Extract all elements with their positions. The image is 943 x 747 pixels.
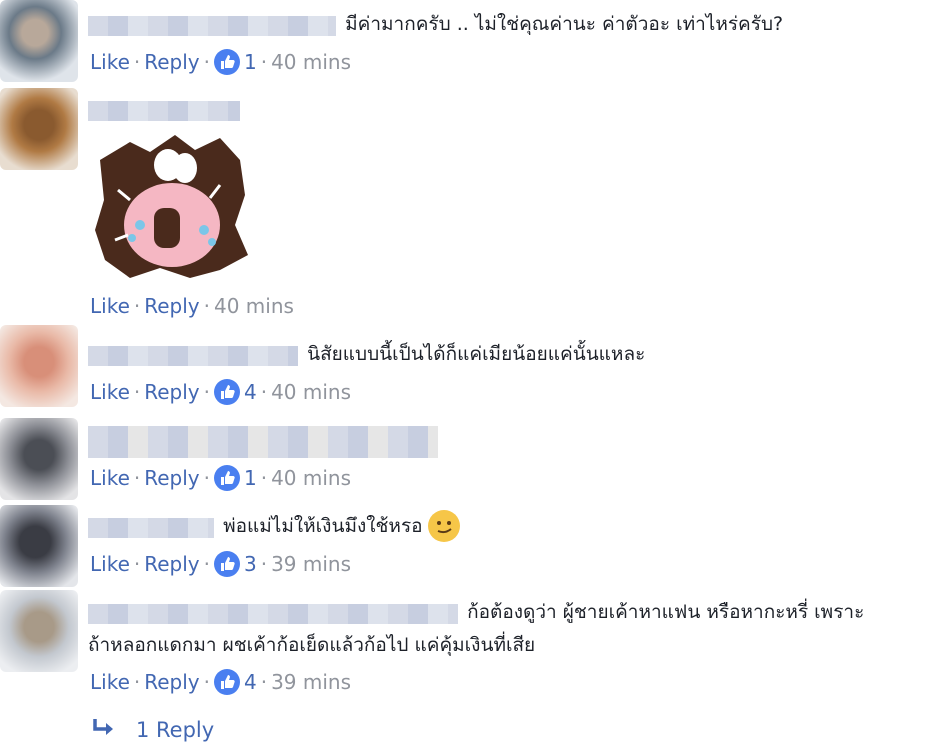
view-replies-link[interactable]: 1 Reply: [92, 714, 214, 746]
reaction-count[interactable]: 4: [244, 670, 257, 694]
commenter-name-redacted[interactable]: [88, 603, 458, 624]
like-link[interactable]: Like: [90, 552, 130, 576]
reply-link[interactable]: Reply: [144, 552, 199, 576]
avatar[interactable]: [0, 505, 78, 587]
commenter-name-redacted[interactable]: [88, 517, 214, 538]
reply-link[interactable]: Reply: [144, 670, 199, 694]
reply-arrow-icon: [92, 714, 122, 746]
comment: [88, 100, 943, 121]
timestamp[interactable]: 40 mins: [271, 50, 351, 74]
comment: มีค่ามากครับ .. ไม่ใช่คุณค่านะ ค่าตัวอะ …: [88, 8, 943, 41]
reaction-count[interactable]: 1: [244, 466, 257, 490]
like-link[interactable]: Like: [90, 380, 130, 404]
timestamp[interactable]: 40 mins: [271, 466, 351, 490]
like-link[interactable]: Like: [90, 670, 130, 694]
comment: พ่อแม่ไม่ให้เงินมึงใช้หรอ: [88, 509, 943, 544]
avatar[interactable]: [0, 0, 78, 82]
reply-link[interactable]: Reply: [144, 466, 199, 490]
thumbs-up-icon[interactable]: [213, 378, 240, 405]
comment: ก้อต้องดูว่า ผู้ชายเค้าหาแฟน หรือหากะหรี…: [88, 596, 943, 662]
avatar[interactable]: [0, 418, 78, 500]
commenter-name-redacted[interactable]: [88, 15, 336, 36]
commenter-name-redacted[interactable]: [88, 426, 438, 458]
avatar[interactable]: [0, 325, 78, 407]
timestamp[interactable]: 39 mins: [271, 670, 351, 694]
avatar[interactable]: [0, 88, 78, 170]
comment-actions: Like · Reply · 4 · 40 mins: [90, 378, 352, 405]
reply-link[interactable]: Reply: [144, 294, 199, 318]
avatar[interactable]: [0, 590, 78, 672]
comment-text-line2: ถ้าหลอกแดกมา ผชเค้าก้อเย็ดแล้วก้อไป แค่ค…: [88, 634, 536, 656]
comment: นิสัยแบบนี้เป็นได้ก็แค่เมียน้อยแค่นั้นแห…: [88, 338, 943, 371]
commenter-name-redacted[interactable]: [88, 345, 298, 366]
like-link[interactable]: Like: [90, 294, 130, 318]
like-link[interactable]: Like: [90, 50, 130, 74]
reply-link[interactable]: Reply: [144, 380, 199, 404]
comment-text: นิสัยแบบนี้เป็นได้ก็แค่เมียน้อยแค่นั้นแห…: [307, 343, 646, 365]
comment-actions: Like · Reply · 1 · 40 mins: [90, 48, 352, 75]
thumbs-up-icon[interactable]: [213, 464, 240, 491]
thumbs-up-icon[interactable]: [213, 550, 240, 577]
timestamp[interactable]: 39 mins: [271, 552, 351, 576]
replies-count-label[interactable]: 1 Reply: [136, 718, 214, 742]
comment-text: มีค่ามากครับ .. ไม่ใช่คุณค่านะ ค่าตัวอะ …: [345, 13, 784, 35]
comment-text-line1: ก้อต้องดูว่า ผู้ชายเค้าหาแฟน หรือหากะหรี…: [467, 601, 865, 623]
commenter-name-redacted[interactable]: [88, 100, 240, 121]
smirk-emoji-icon: [427, 509, 460, 542]
like-link[interactable]: Like: [90, 466, 130, 490]
reply-link[interactable]: Reply: [144, 50, 199, 74]
comment-actions: Like · Reply · 3 · 39 mins: [90, 550, 352, 577]
comment: [88, 426, 943, 458]
reaction-count[interactable]: 1: [244, 50, 257, 74]
comment-text: พ่อแม่ไม่ให้เงินมึงใช้หรอ: [223, 515, 423, 537]
thumbs-up-icon[interactable]: [213, 48, 240, 75]
thumbs-up-icon[interactable]: [213, 668, 240, 695]
timestamp[interactable]: 40 mins: [214, 294, 294, 318]
comment-actions: Like · Reply · 1 · 40 mins: [90, 464, 352, 491]
comment-actions: Like · Reply · 4 · 39 mins: [90, 668, 352, 695]
crying-rabbit-sticker: [90, 130, 252, 280]
reaction-count[interactable]: 4: [244, 380, 257, 404]
reaction-count[interactable]: 3: [244, 552, 257, 576]
comment-actions: Like · Reply · 40 mins: [90, 294, 294, 318]
timestamp[interactable]: 40 mins: [271, 380, 351, 404]
